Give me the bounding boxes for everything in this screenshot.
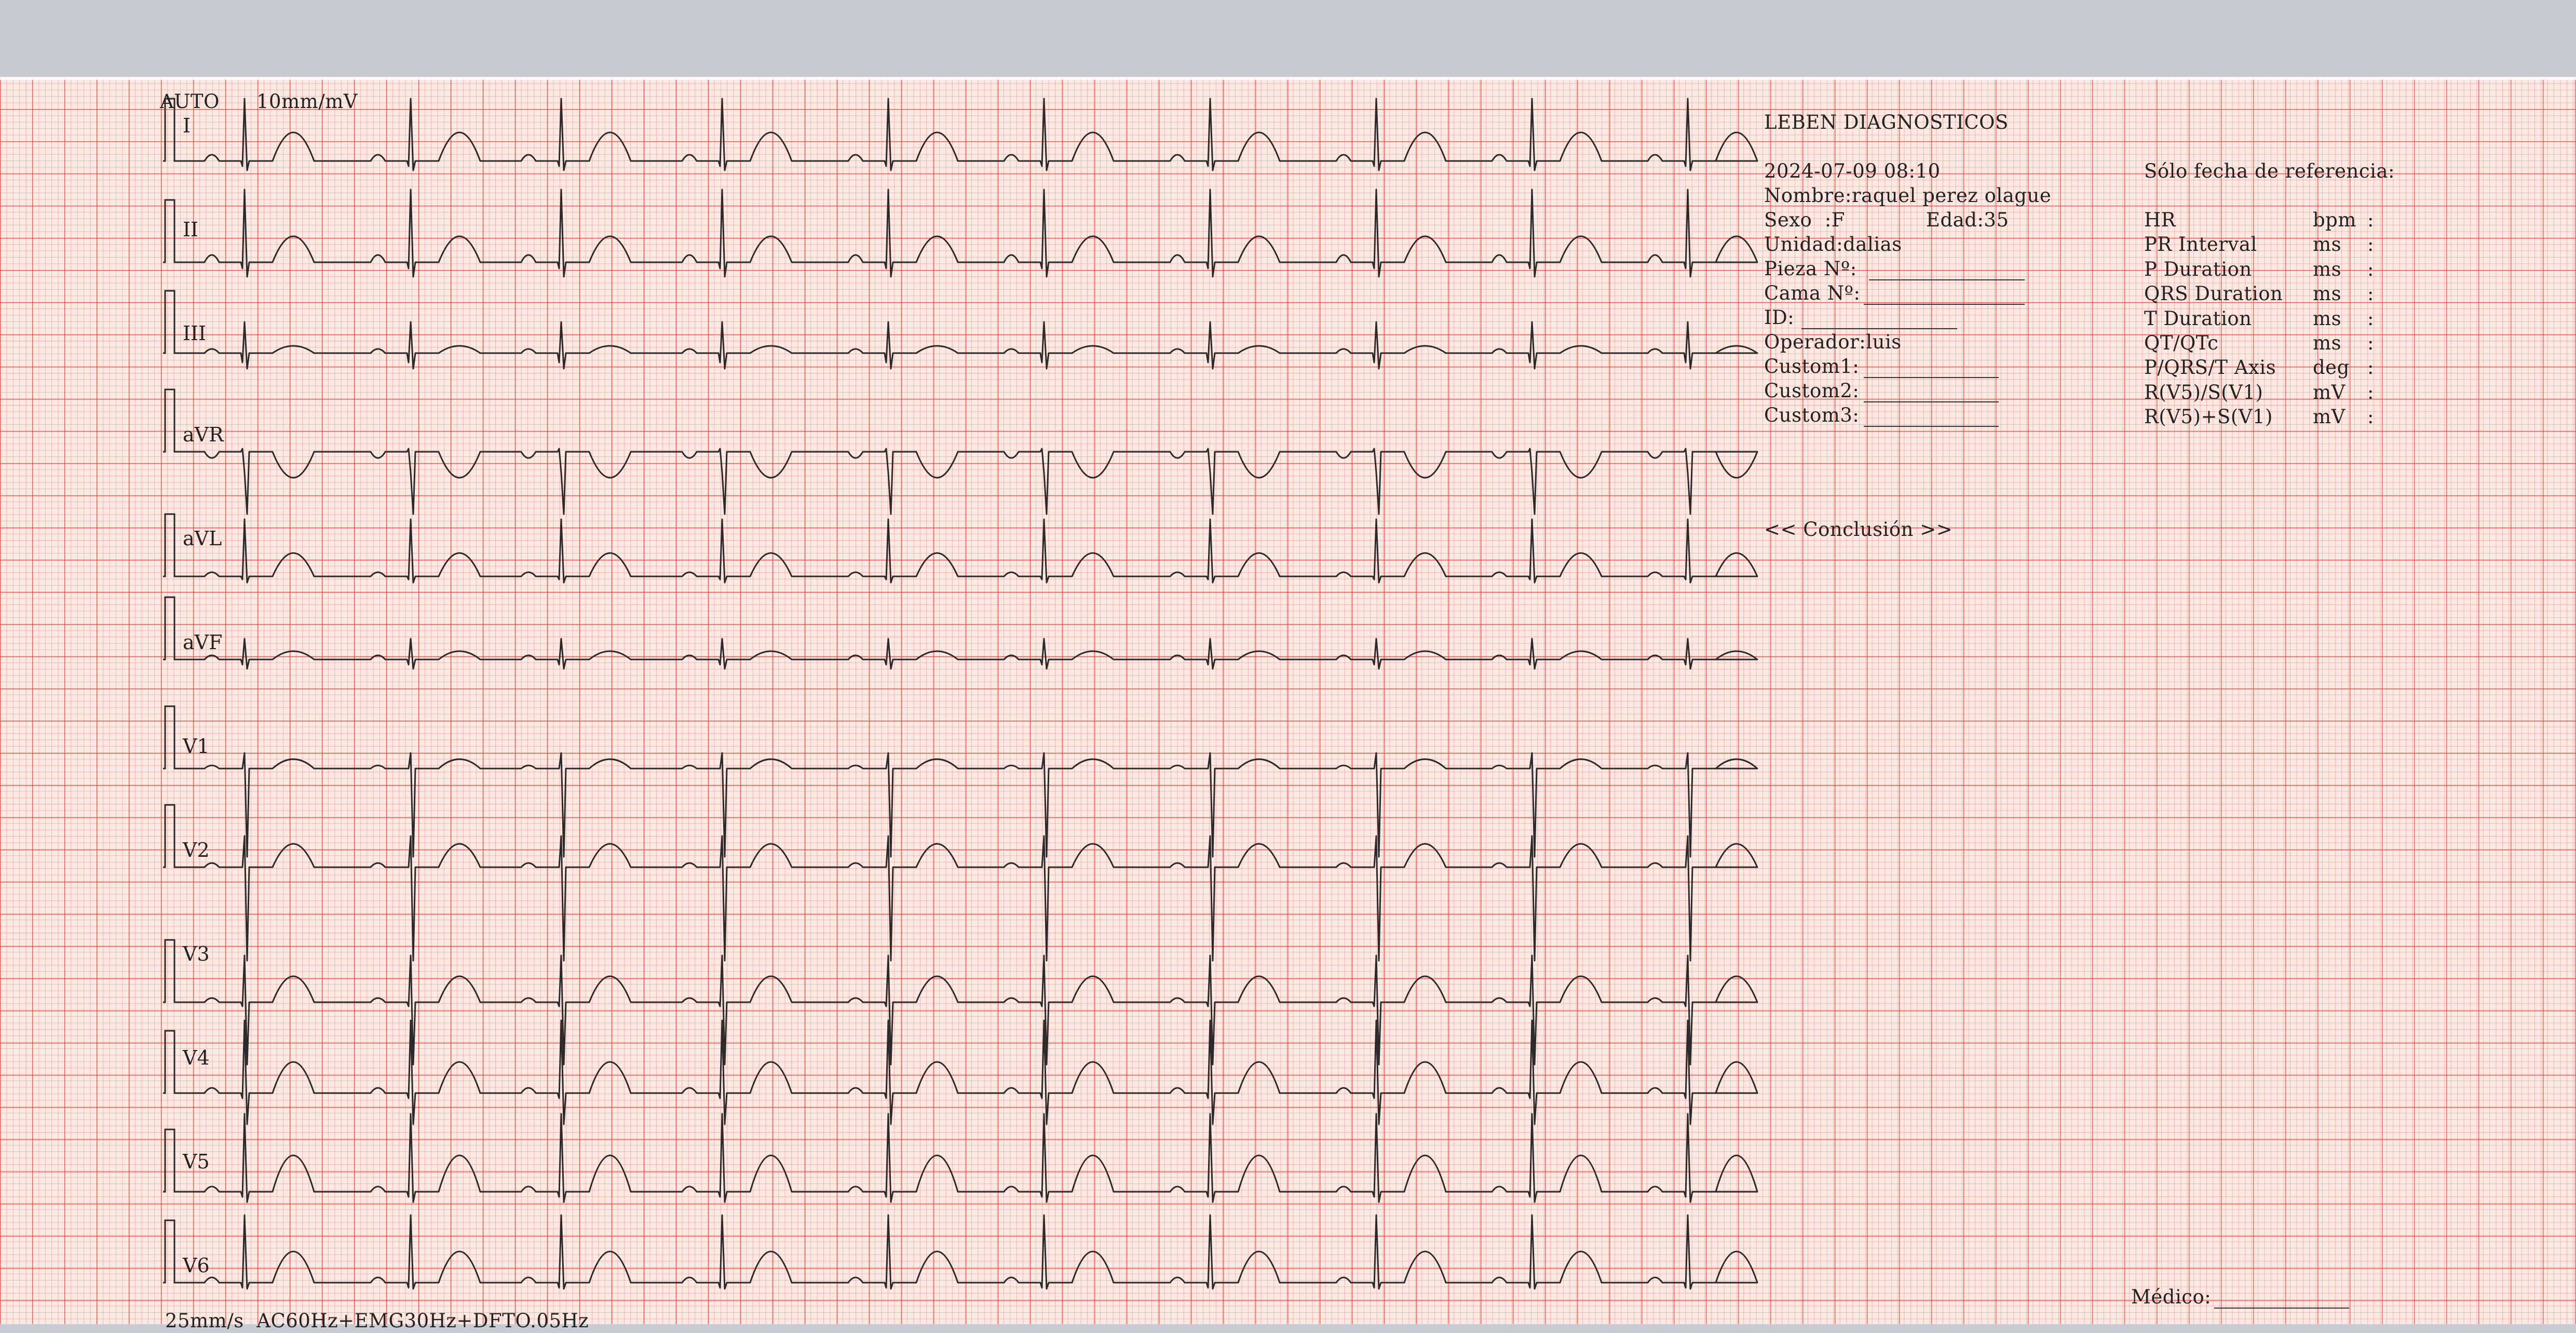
lead-label-aVL: aVL xyxy=(183,527,222,550)
reference-sep: : xyxy=(2367,406,2374,428)
calibration-pulse xyxy=(163,1030,181,1094)
lead-trace xyxy=(181,1214,1758,1290)
reference-unit: ms xyxy=(2313,332,2342,354)
reference-name: QT/QTc xyxy=(2144,332,2219,354)
reference-sep: : xyxy=(2367,209,2374,231)
patient-id: ID: xyxy=(1764,306,1795,329)
reference-sep: : xyxy=(2367,332,2374,354)
reference-sep: : xyxy=(2367,356,2374,379)
calibration-pulse xyxy=(163,1128,181,1193)
record-datetime: 2024-07-09 08:10 xyxy=(1764,160,1941,182)
lead-trace xyxy=(181,1113,1758,1203)
calibration-pulse xyxy=(163,705,181,770)
calibration-pulse xyxy=(163,1219,181,1284)
mode-label: AUTO xyxy=(160,90,220,113)
custom1-underline xyxy=(1864,377,1999,378)
lead-trace xyxy=(181,835,1758,962)
lead-label-III: III xyxy=(183,322,207,345)
reference-sep: : xyxy=(2367,233,2374,256)
lead-label-I: I xyxy=(183,114,191,137)
calibration-pulse xyxy=(163,596,181,661)
patient-unit: Unidad:dalias xyxy=(1764,233,1902,255)
calibration-pulse xyxy=(163,513,181,577)
custom3-underline xyxy=(1864,426,1999,427)
gain-label: 10mm/mV xyxy=(256,90,358,113)
reference-unit: bpm xyxy=(2313,209,2356,231)
calibration-pulse xyxy=(163,804,181,868)
lead-label-aVR: aVR xyxy=(183,423,224,446)
lead-trace xyxy=(181,954,1758,1066)
lead-label-V2: V2 xyxy=(183,839,210,861)
calibration-pulse xyxy=(163,290,181,354)
footer-settings: 25mm/s AC60Hz+EMG30Hz+DFTO.05Hz xyxy=(165,1310,589,1332)
lead-trace xyxy=(181,321,1758,370)
patient-sex: Sexo :F xyxy=(1764,209,1846,231)
reference-name: R(V5)/S(V1) xyxy=(2144,381,2263,403)
calibration-pulse xyxy=(163,388,181,453)
patient-bed: Cama Nº: xyxy=(1764,282,1861,304)
custom3: Custom3: xyxy=(1764,404,1860,426)
reference-name: HR xyxy=(2144,209,2176,231)
lead-trace xyxy=(181,638,1758,670)
reference-unit: deg xyxy=(2313,356,2350,379)
reference-name: P/QRS/T Axis xyxy=(2144,356,2276,379)
ecg-traces xyxy=(163,98,1758,1290)
patient-name: Nombre:raquel perez olague xyxy=(1764,184,2052,207)
room-underline xyxy=(1869,279,2025,280)
lead-trace xyxy=(181,518,1758,584)
reference-sep: : xyxy=(2367,258,2374,280)
lead-label-aVF: aVF xyxy=(183,631,223,654)
reference-name: QRS Duration xyxy=(2144,282,2283,305)
reference-name: P Duration xyxy=(2144,258,2252,280)
lead-trace xyxy=(181,98,1758,171)
reference-unit: mV xyxy=(2313,381,2345,403)
custom2-underline xyxy=(1864,401,1999,402)
reference-name: PR Interval xyxy=(2144,233,2257,256)
reference-unit: ms xyxy=(2313,307,2342,330)
custom1: Custom1: xyxy=(1764,355,1860,378)
calibration-pulse xyxy=(163,199,181,263)
reference-unit: mV xyxy=(2313,406,2345,428)
reference-title: Sólo fecha de referencia: xyxy=(2144,160,2395,182)
institution-name: LEBEN DIAGNOSTICOS xyxy=(1764,111,2009,133)
physician-label: Médico: xyxy=(2131,1286,2212,1308)
lead-trace xyxy=(181,1019,1758,1125)
reference-unit: ms xyxy=(2313,258,2342,280)
reference-name: T Duration xyxy=(2144,307,2252,330)
reference-unit: ms xyxy=(2313,282,2342,305)
lead-trace xyxy=(181,752,1758,858)
reference-name: R(V5)+S(V1) xyxy=(2144,406,2273,428)
reference-unit: ms xyxy=(2313,233,2342,256)
bed-underline xyxy=(1864,304,2025,305)
lead-label-V6: V6 xyxy=(183,1254,210,1277)
calibration-pulse xyxy=(163,939,181,1003)
lead-label-II: II xyxy=(183,218,199,241)
id-underline xyxy=(1801,328,1957,329)
custom2: Custom2: xyxy=(1764,380,1860,402)
lead-trace xyxy=(181,188,1758,278)
lead-label-V5: V5 xyxy=(183,1150,210,1173)
lead-label-V3: V3 xyxy=(183,942,210,965)
lead-label-V1: V1 xyxy=(183,735,210,758)
lead-trace xyxy=(181,448,1758,515)
patient-age: Edad:35 xyxy=(1926,209,2009,231)
reference-sep: : xyxy=(2367,381,2374,403)
conclusion-heading: << Conclusión >> xyxy=(1764,518,1953,541)
physician-underline xyxy=(2214,1308,2349,1309)
lead-label-V4: V4 xyxy=(183,1046,210,1069)
reference-sep: : xyxy=(2367,282,2374,305)
patient-room: Pieza Nº: xyxy=(1764,258,1857,280)
reference-sep: : xyxy=(2367,307,2374,330)
operator: Operador:luis xyxy=(1764,331,1902,353)
